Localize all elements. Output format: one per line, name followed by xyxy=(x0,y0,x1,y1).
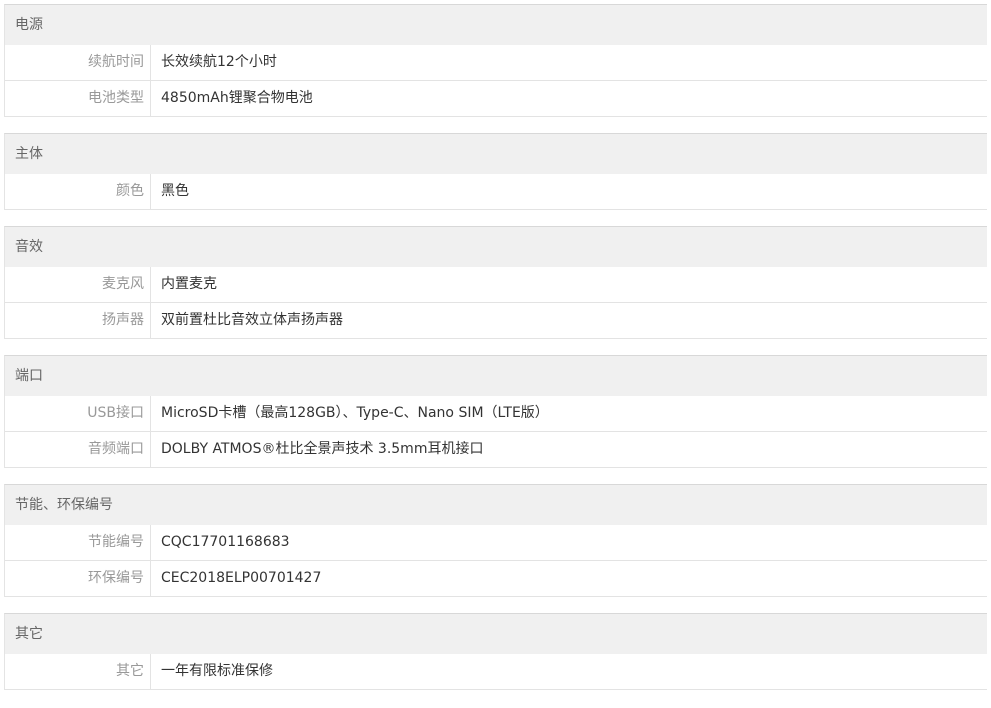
spec-value: DOLBY ATMOS®杜比全景声技术 3.5mm耳机接口 xyxy=(161,441,484,457)
spec-value: 长效续航12个小时 xyxy=(161,54,277,70)
spec-label: 续航时间 xyxy=(5,45,151,80)
spec-table: 电源 续航时间 长效续航12个小时 电池类型 4850mAh锂聚合物电池 主体 … xyxy=(4,4,987,706)
spec-row: 续航时间 长效续航12个小时 xyxy=(5,45,987,81)
spec-value: 一年有限标准保修 xyxy=(161,663,273,679)
spec-row: 节能编号 CQC17701168683 xyxy=(5,525,987,561)
spec-group-other: 其它 其它 一年有限标准保修 xyxy=(4,613,987,690)
spec-row: 颜色 黑色 xyxy=(5,174,987,210)
spec-label: 扬声器 xyxy=(5,303,151,338)
spec-group-audio: 音效 麦克风 内置麦克 扬声器 双前置杜比音效立体声扬声器 xyxy=(4,226,987,339)
spec-value: MicroSD卡槽（最高128GB）、Type-C、Nano SIM（LTE版） xyxy=(161,405,549,421)
spec-label: USB接口 xyxy=(5,396,151,431)
group-title: 节能、环保编号 xyxy=(5,485,987,525)
spec-group-body: 主体 颜色 黑色 xyxy=(4,133,987,210)
spec-group-ports: 端口 USB接口 MicroSD卡槽（最高128GB）、Type-C、Nano … xyxy=(4,355,987,468)
spec-row: 扬声器 双前置杜比音效立体声扬声器 xyxy=(5,303,987,339)
spec-label: 颜色 xyxy=(5,174,151,209)
group-title: 其它 xyxy=(5,614,987,654)
spec-label: 其它 xyxy=(5,654,151,689)
group-title: 音效 xyxy=(5,227,987,267)
spec-row: 环保编号 CEC2018ELP00701427 xyxy=(5,561,987,597)
spec-group-power: 电源 续航时间 长效续航12个小时 电池类型 4850mAh锂聚合物电池 xyxy=(4,4,987,117)
spec-value: 内置麦克 xyxy=(161,276,217,292)
spec-row: 麦克风 内置麦克 xyxy=(5,267,987,303)
spec-label: 音频端口 xyxy=(5,432,151,467)
spec-value: 4850mAh锂聚合物电池 xyxy=(161,90,313,106)
spec-row: 其它 一年有限标准保修 xyxy=(5,654,987,690)
spec-row: USB接口 MicroSD卡槽（最高128GB）、Type-C、Nano SIM… xyxy=(5,396,987,432)
group-title: 主体 xyxy=(5,134,987,174)
spec-value: CEC2018ELP00701427 xyxy=(161,570,322,586)
spec-value: 双前置杜比音效立体声扬声器 xyxy=(161,312,343,328)
spec-label: 环保编号 xyxy=(5,561,151,596)
spec-group-certification: 节能、环保编号 节能编号 CQC17701168683 环保编号 CEC2018… xyxy=(4,484,987,597)
spec-label: 电池类型 xyxy=(5,81,151,116)
group-title: 电源 xyxy=(5,5,987,45)
spec-value: 黑色 xyxy=(161,183,189,199)
spec-value: CQC17701168683 xyxy=(161,534,290,550)
spec-row: 音频端口 DOLBY ATMOS®杜比全景声技术 3.5mm耳机接口 xyxy=(5,432,987,468)
spec-row: 电池类型 4850mAh锂聚合物电池 xyxy=(5,81,987,117)
spec-label: 节能编号 xyxy=(5,525,151,560)
spec-label: 麦克风 xyxy=(5,267,151,302)
group-title: 端口 xyxy=(5,356,987,396)
